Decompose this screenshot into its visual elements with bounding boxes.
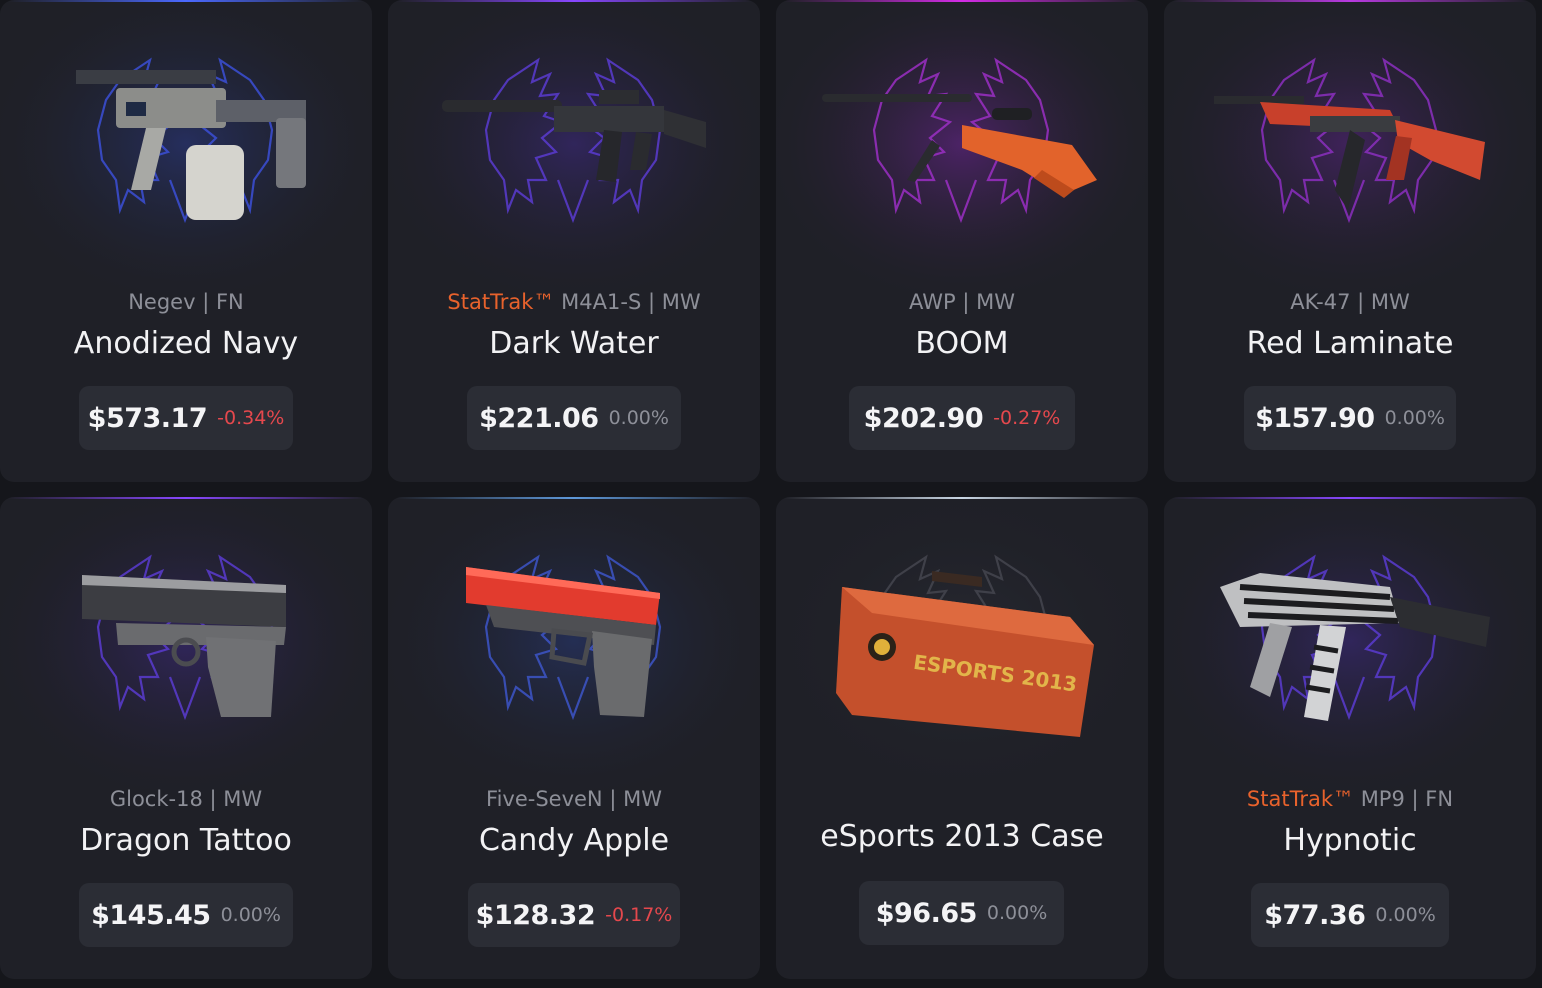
item-card-negev-anodized-navy[interactable]: Negev | FN Anodized Navy $573.17 -0.34% [0,0,372,482]
item-price: $221.06 [479,402,599,434]
price-box: $221.06 0.00% [467,386,681,450]
price-box: $128.32 -0.17% [468,883,680,947]
item-name: eSports 2013 Case [820,819,1104,854]
mp9-smg-icon [1220,573,1490,721]
item-card-mp9-hypnotic[interactable]: StatTrak™ MP9 | FN Hypnotic $77.36 0.00% [1164,497,1536,979]
item-grid: Negev | FN Anodized Navy $573.17 -0.34% … [0,0,1542,988]
item-subtitle: AWP | MW [909,290,1015,314]
negev-gun-icon [76,70,306,220]
item-card-esports-2013-case[interactable]: ESPORTS 2013 eSports 2013 Case $96.65 0.… [776,497,1148,979]
rarity-line [8,497,364,499]
price-change: -0.34% [217,407,285,429]
item-name: Red Laminate [1246,326,1454,361]
price-box: $77.36 0.00% [1251,883,1449,947]
item-price: $145.45 [91,899,211,931]
rarity-line [396,0,752,2]
item-price: $573.17 [87,402,208,434]
rarity-line [1172,497,1528,499]
awp-sniper-icon [822,94,1097,198]
rarity-line [784,497,1140,499]
item-card-ak47-red-laminate[interactable]: AK-47 | MW Red Laminate $157.90 0.00% [1164,0,1536,482]
item-subtitle: AK-47 | MW [1290,290,1410,314]
item-price: $96.65 [875,897,978,929]
glock-pistol-icon [82,575,286,717]
rarity-line [784,0,1140,2]
item-subtitle: Five-SeveN | MW [486,787,662,811]
m4a1s-rifle-icon [442,90,706,182]
price-change: 0.00% [986,902,1048,924]
item-subtitle: Glock-18 | MW [109,787,263,811]
item-price: $77.36 [1264,899,1366,931]
item-price: $202.90 [863,402,984,434]
rarity-line [8,0,364,2]
item-name: Hypnotic [1283,823,1417,858]
item-name: BOOM [915,326,1009,361]
item-card-awp-boom[interactable]: AWP | MW BOOM $202.90 -0.27% [776,0,1148,482]
esports-case-icon: ESPORTS 2013 [836,571,1094,737]
price-change: -0.27% [993,407,1061,429]
rarity-line [1172,0,1528,2]
price-change: -0.17% [605,904,673,926]
price-change: 0.00% [1375,904,1436,926]
ak47-rifle-icon [1214,96,1485,210]
price-change: 0.00% [608,407,669,429]
price-box: $157.90 0.00% [1244,386,1456,450]
five-seven-pistol-icon [466,567,660,717]
item-name: Dark Water [489,326,659,361]
rarity-line [396,497,752,499]
price-box: $573.17 -0.34% [79,386,293,450]
item-price: $128.32 [475,899,596,931]
item-card-glock-dragon-tattoo[interactable]: Glock-18 | MW Dragon Tattoo $145.45 0.00… [0,497,372,979]
price-change: 0.00% [220,904,281,926]
item-name: Dragon Tattoo [80,823,292,858]
item-name: Candy Apple [478,823,670,858]
price-box: $145.45 0.00% [79,883,293,947]
item-card-m4a1s-dark-water[interactable]: StatTrak™ M4A1-S | MW Dark Water $221.06… [388,0,760,482]
item-subtitle: StatTrak™ MP9 | FN [1246,787,1454,811]
item-subtitle: StatTrak™ M4A1-S | MW [447,290,701,314]
price-box: $96.65 0.00% [859,881,1064,945]
price-change: 0.00% [1384,407,1445,429]
item-card-five-seven-candy-apple[interactable]: Five-SeveN | MW Candy Apple $128.32 -0.1… [388,497,760,979]
item-name: Anodized Navy [73,326,299,361]
price-box: $202.90 -0.27% [849,386,1075,450]
item-subtitle: Negev | FN [128,290,244,314]
item-price: $157.90 [1255,402,1375,434]
